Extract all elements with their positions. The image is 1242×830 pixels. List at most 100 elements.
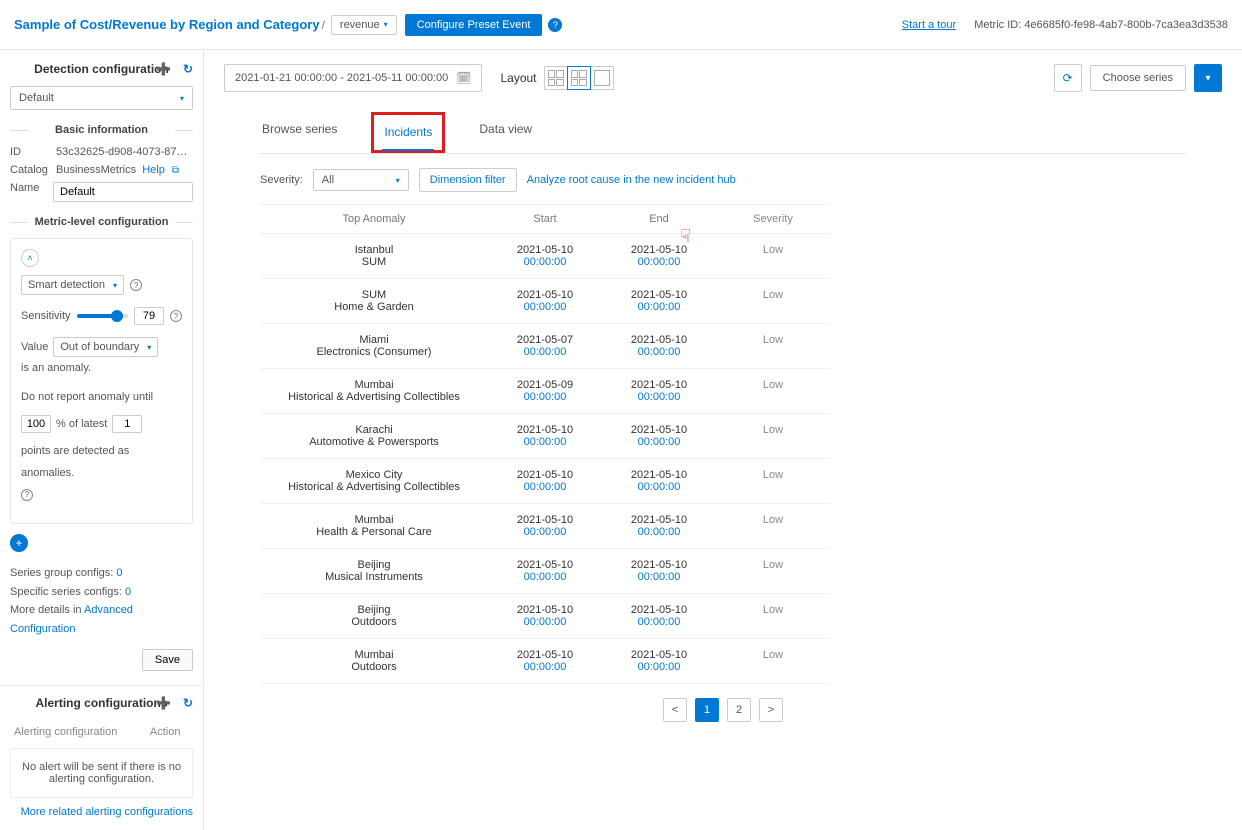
metric-id-label: Metric ID: [974,19,1021,31]
dnr-mid: % of latest [56,413,107,435]
col-start: Start [488,213,602,225]
choose-series-button[interactable]: Choose series [1090,65,1186,91]
more-alert-link[interactable]: More related alerting configurations [10,806,193,818]
pager-next[interactable]: > [759,698,783,722]
save-button[interactable]: Save [142,649,193,671]
table-row[interactable]: MumbaiOutdoors2021-05-1000:00:002021-05-… [260,639,830,684]
catalog-value: BusinessMetrics Help ⧉ [56,164,193,176]
incidents-highlight: Incidents [371,112,445,153]
chevron-down-icon: ▾ [147,343,151,352]
metric-selector[interactable]: revenue ▾ [331,15,397,35]
dimension-filter-button[interactable]: Dimension filter [419,168,517,192]
dnr-percent-input[interactable] [21,415,51,433]
no-alert-message: No alert will be sent if there is no ale… [10,748,193,798]
add-rule-button[interactable]: + [10,534,28,552]
tab-browse-series[interactable]: Browse series [260,112,339,153]
chevron-down-icon: ▾ [396,176,400,185]
history-icon[interactable]: ↻ [183,62,193,76]
detection-type-select[interactable]: Smart detection ▾ [21,275,124,295]
tabs: Browse series Incidents Data view [260,112,1186,154]
copy-icon[interactable]: ⧉ [172,165,179,176]
alerting-header: Alerting configurations ➕ ↻ [10,696,193,710]
history-icon[interactable]: ↻ [183,696,193,710]
calendar-icon: 🗓 [456,71,471,85]
table-row[interactable]: IstanbulSUM2021-05-1000:00:002021-05-100… [260,234,830,279]
name-input[interactable] [53,182,193,202]
tab-data-view[interactable]: Data view [477,112,534,153]
id-value: 53c32625-d908-4073-8773-be3e6b8a252f [56,146,193,158]
value-label: Value [21,341,48,353]
pager: < 1 2 > [260,698,1186,722]
name-label: Name [10,182,53,202]
table-row[interactable]: KarachiAutomotive & Powersports2021-05-1… [260,414,830,459]
id-label: ID [10,146,56,158]
alert-col-config: Alerting configuration [10,720,146,744]
add-config-icon[interactable]: ➕ [156,62,171,76]
page-title[interactable]: Sample of Cost/Revenue by Region and Cat… [14,17,320,32]
metric-id-value: 4e6685f0-fe98-4ab7-800b-7ca3ea3d3538 [1024,19,1228,31]
tab-incidents[interactable]: Incidents [382,115,434,151]
sensitivity-label: Sensitivity [21,310,71,322]
configure-preset-button[interactable]: Configure Preset Event [405,14,543,36]
table-row[interactable]: Mexico CityHistorical & Advertising Coll… [260,459,830,504]
config-summary: Series group configs: 0 Specific series … [10,564,193,639]
chevron-down-icon: ▾ [113,281,117,290]
config-select-label: Default [19,92,54,104]
col-severity: Severity [716,213,830,225]
layout-1x1-button[interactable] [590,66,614,90]
metric-selector-label: revenue [340,19,380,31]
help-icon[interactable]: ? [130,279,142,291]
toolbar: 2021-01-21 00:00:00 - 2021-05-11 00:00:0… [224,64,1222,92]
main: 2021-01-21 00:00:00 - 2021-05-11 00:00:0… [204,50,1242,830]
table-row[interactable]: MiamiElectronics (Consumer)2021-05-0700:… [260,324,830,369]
severity-select[interactable]: All ▾ [313,169,409,191]
layout-3x3-button[interactable] [567,66,591,90]
date-range-picker[interactable]: 2021-01-21 00:00:00 - 2021-05-11 00:00:0… [224,64,482,92]
root-cause-link[interactable]: Analyze root cause in the new incident h… [527,174,736,186]
incidents-table: Top Anomaly Start End Severity IstanbulS… [260,204,830,684]
start-tour-link[interactable]: Start a tour [902,19,956,31]
sensitivity-slider[interactable] [77,314,128,318]
dnr-points-input[interactable] [112,415,142,433]
severity-label: Severity: [260,174,303,186]
alert-col-action: Action [146,720,193,744]
pager-page-1[interactable]: 1 [695,698,719,722]
help-icon[interactable]: ? [170,310,182,322]
refresh-button[interactable]: ⟳ [1054,64,1082,92]
table-row[interactable]: MumbaiHistorical & Advertising Collectib… [260,369,830,414]
pager-prev[interactable]: < [663,698,687,722]
collapse-icon[interactable]: ˄ [21,249,39,267]
boundary-select[interactable]: Out of boundary ▾ [53,337,158,357]
alert-table: Alerting configurationAction [10,720,193,744]
specific-count[interactable]: 0 [125,586,131,598]
series-group-count[interactable]: 0 [116,567,122,579]
table-row[interactable]: BeijingMusical Instruments2021-05-1000:0… [260,549,830,594]
date-range-value: 2021-01-21 00:00:00 - 2021-05-11 00:00:0… [235,72,448,84]
config-select[interactable]: Default ▾ [10,86,193,110]
filter-row: Severity: All ▾ Dimension filter Analyze… [260,168,1186,192]
help-link[interactable]: Help [142,164,165,176]
detection-type-label: Smart detection [28,279,105,291]
catalog-label: Catalog [10,164,56,176]
alerting-title: Alerting configurations [36,696,168,710]
sidebar: Detection configuration ➕ ↻ Default ▾ Ba… [0,50,204,830]
breadcrumb-slash: / [322,18,325,32]
chevron-down-icon: ▾ [180,94,184,103]
layout-label: Layout [500,71,536,85]
help-icon[interactable]: ? [548,18,562,32]
add-alert-icon[interactable]: ➕ [156,696,171,710]
table-row[interactable]: SUMHome & Garden2021-05-1000:00:002021-0… [260,279,830,324]
metric-level-config-box: ˄ Smart detection ▾ ? Sensitivity ? Valu… [10,238,193,524]
apply-dropdown[interactable]: ▾ [1194,64,1222,92]
sensitivity-input[interactable] [134,307,164,325]
metric-level-title: Metric-level configuration [10,216,193,228]
table-row[interactable]: MumbaiHealth & Personal Care2021-05-1000… [260,504,830,549]
help-icon[interactable]: ? [21,489,33,501]
top-bar: Sample of Cost/Revenue by Region and Cat… [0,0,1242,50]
layout-2x2-button[interactable] [544,66,568,90]
col-top-anomaly: Top Anomaly [260,213,488,225]
metric-id: Metric ID: 4e6685f0-fe98-4ab7-800b-7ca3e… [974,19,1228,31]
table-row[interactable]: BeijingOutdoors2021-05-1000:00:002021-05… [260,594,830,639]
pager-page-2[interactable]: 2 [727,698,751,722]
detection-config-title: Detection configuration [34,62,169,76]
